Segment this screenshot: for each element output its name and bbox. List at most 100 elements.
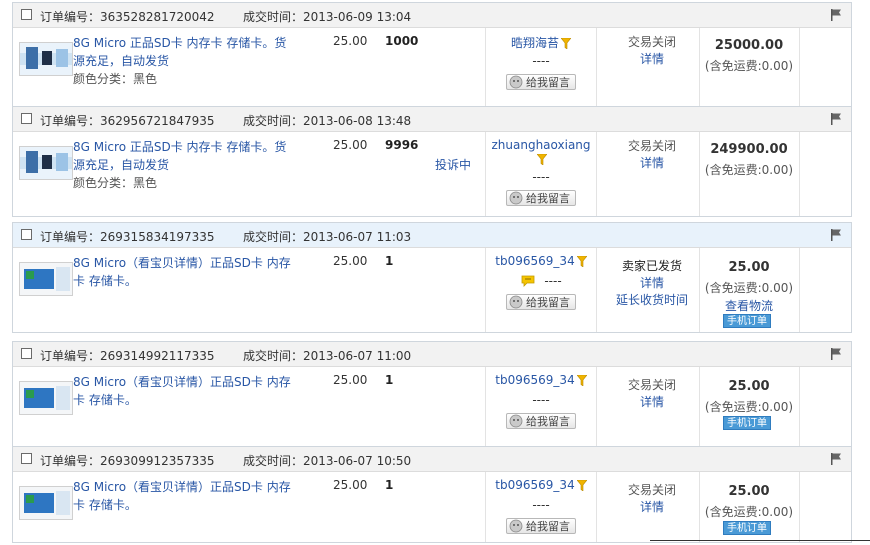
leave-message-button[interactable]: 给我留言	[506, 294, 576, 310]
flag-icon[interactable]	[829, 112, 843, 126]
product-attr: 颜色分类：黑色	[73, 176, 158, 190]
unit-price: 25.00	[333, 254, 368, 268]
order-card: 订单编号：363528281720042 成交时间：2013-06-09 13:…	[12, 2, 852, 113]
mobile-order-badge: 手机订单	[723, 416, 771, 430]
divider	[799, 248, 800, 332]
order-status: 交易关闭 详情	[596, 34, 708, 68]
order-number: 订单编号：362956721847935	[40, 114, 215, 128]
wangwang-status: ----	[532, 170, 550, 184]
product-thumbnail[interactable]	[19, 146, 73, 180]
unit-price: 25.00	[333, 478, 368, 492]
deal-time: 成交时间：2013-06-09 13:04	[243, 10, 412, 24]
shipping-note: (含免运费:0.00)	[704, 59, 794, 73]
order-checkbox[interactable]	[21, 9, 32, 20]
flag-icon[interactable]	[829, 228, 843, 242]
order-checkbox[interactable]	[21, 348, 32, 359]
leave-message-button[interactable]: 给我留言	[506, 413, 576, 429]
view-logistics-link[interactable]: 查看物流	[699, 297, 799, 314]
product-thumbnail[interactable]	[19, 486, 73, 520]
wangwang-face-icon	[509, 295, 523, 309]
order-body: 8G Micro 正品SD卡 内存卡 存储卡。货源充足，自动发货 颜色分类：黑色…	[13, 132, 851, 216]
order-body: 8G Micro 正品SD卡 内存卡 存储卡。货源充足，自动发货 颜色分类：黑色…	[13, 28, 851, 112]
product-title-link[interactable]: 8G Micro 正品SD卡 内存卡 存储卡。货源充足，自动发货	[73, 34, 298, 70]
order-status: 交易关闭 详情	[596, 138, 708, 172]
wangwang-status: ----	[532, 498, 550, 512]
status-detail-link[interactable]: 详情	[596, 499, 708, 516]
order-checkbox[interactable]	[21, 229, 32, 240]
product-thumbnail[interactable]	[19, 262, 73, 296]
order-card: 订单编号：269315834197335 成交时间：2013-06-07 11:…	[12, 222, 852, 333]
status-detail-link[interactable]: 详情	[596, 275, 708, 292]
order-card: 订单编号：269309912357335 成交时间：2013-06-07 10:…	[12, 446, 852, 543]
flag-icon[interactable]	[829, 347, 843, 361]
seller-link[interactable]: tb096569_34	[486, 254, 596, 268]
unit-price: 25.00	[333, 373, 368, 387]
deal-time: 成交时间：2013-06-07 10:50	[243, 454, 412, 468]
product-thumbnail[interactable]	[19, 42, 73, 76]
leave-message-button[interactable]: 给我留言	[506, 190, 576, 206]
status-detail-link[interactable]: 详情	[596, 51, 708, 68]
wangwang-face-icon	[509, 519, 523, 533]
order-body: 8G Micro（看宝贝详情）正品SD卡 内存卡 存储卡。 25.00 1 tb…	[13, 248, 851, 332]
order-number: 订单编号：269314992117335	[40, 349, 215, 363]
seller-link[interactable]: tb096569_34	[486, 373, 596, 387]
filter-icon	[561, 38, 571, 49]
filter-icon	[576, 375, 587, 386]
divider	[799, 472, 800, 542]
order-header: 订单编号：269315834197335 成交时间：2013-06-07 11:…	[13, 223, 851, 248]
order-status: 卖家已发货 详情 延长收货时间	[596, 258, 708, 309]
product-attr: 颜色分类：黑色	[73, 72, 158, 86]
order-card: 订单编号：362956721847935 成交时间：2013-06-08 13:…	[12, 106, 852, 217]
order-total: 25.00	[728, 260, 770, 275]
seller-link[interactable]: 晧翔海苔	[486, 34, 596, 51]
product-title-link[interactable]: 8G Micro 正品SD卡 内存卡 存储卡。货源充足，自动发货	[73, 138, 298, 174]
flag-icon[interactable]	[829, 452, 843, 466]
order-status: 交易关闭 详情	[596, 377, 708, 411]
product-title-link[interactable]: 8G Micro（看宝贝详情）正品SD卡 内存卡 存储卡。	[73, 478, 298, 514]
leave-message-button[interactable]: 给我留言	[506, 518, 576, 534]
order-number: 订单编号：269315834197335	[40, 230, 215, 244]
quantity: 1	[385, 478, 394, 492]
filter-icon	[537, 154, 547, 165]
status-detail-link[interactable]: 详情	[596, 155, 708, 172]
flag-icon[interactable]	[829, 8, 843, 22]
shipping-note: (含免运费:0.00)	[704, 163, 794, 177]
deal-time: 成交时间：2013-06-07 11:03	[243, 230, 412, 244]
quantity: 9996	[385, 138, 419, 152]
order-body: 8G Micro（看宝贝详情）正品SD卡 内存卡 存储卡。 25.00 1 tb…	[13, 472, 851, 542]
order-header: 订单编号：269314992117335 成交时间：2013-06-07 11:…	[13, 342, 851, 367]
divider	[799, 132, 800, 216]
order-checkbox[interactable]	[21, 453, 32, 464]
order-total: 25.00	[728, 379, 770, 394]
order-number: 订单编号：269309912357335	[40, 454, 215, 468]
extend-receipt-link[interactable]: 延长收货时间	[596, 292, 708, 309]
complaint-status-link[interactable]: 投诉中	[435, 156, 471, 173]
filter-icon	[576, 256, 587, 267]
quantity: 1000	[385, 34, 419, 48]
product-title-link[interactable]: 8G Micro（看宝贝详情）正品SD卡 内存卡 存储卡。	[73, 373, 298, 409]
seller-link[interactable]: zhuanghaoxiang	[486, 138, 596, 166]
product-thumbnail[interactable]	[19, 381, 73, 415]
quantity: 1	[385, 254, 394, 268]
shipping-note: (含免运费:0.00)	[704, 505, 794, 519]
leave-message-button[interactable]: 给我留言	[506, 74, 576, 90]
status-detail-link[interactable]: 详情	[596, 394, 708, 411]
seller-link[interactable]: tb096569_34	[486, 478, 596, 492]
order-checkbox[interactable]	[21, 113, 32, 124]
deal-time: 成交时间：2013-06-08 13:48	[243, 114, 412, 128]
order-total: 25000.00	[714, 38, 784, 53]
order-header: 订单编号：362956721847935 成交时间：2013-06-08 13:…	[13, 107, 851, 132]
order-status: 交易关闭 详情	[596, 482, 708, 516]
order-number: 订单编号：363528281720042	[40, 10, 215, 24]
mobile-order-badge: 手机订单	[723, 314, 771, 328]
shipping-note: (含免运费:0.00)	[704, 400, 794, 414]
deal-time: 成交时间：2013-06-07 11:00	[243, 349, 412, 363]
wangwang-face-icon	[509, 75, 523, 89]
wangwang-face-icon	[509, 191, 523, 205]
order-header: 订单编号：269309912357335 成交时间：2013-06-07 10:…	[13, 447, 851, 472]
order-total: 25.00	[728, 484, 770, 499]
product-title-link[interactable]: 8G Micro（看宝贝详情）正品SD卡 内存卡 存储卡。	[73, 254, 298, 290]
divider	[799, 367, 800, 451]
wangwang-status: ----	[532, 54, 550, 68]
order-header: 订单编号：363528281720042 成交时间：2013-06-09 13:…	[13, 3, 851, 28]
